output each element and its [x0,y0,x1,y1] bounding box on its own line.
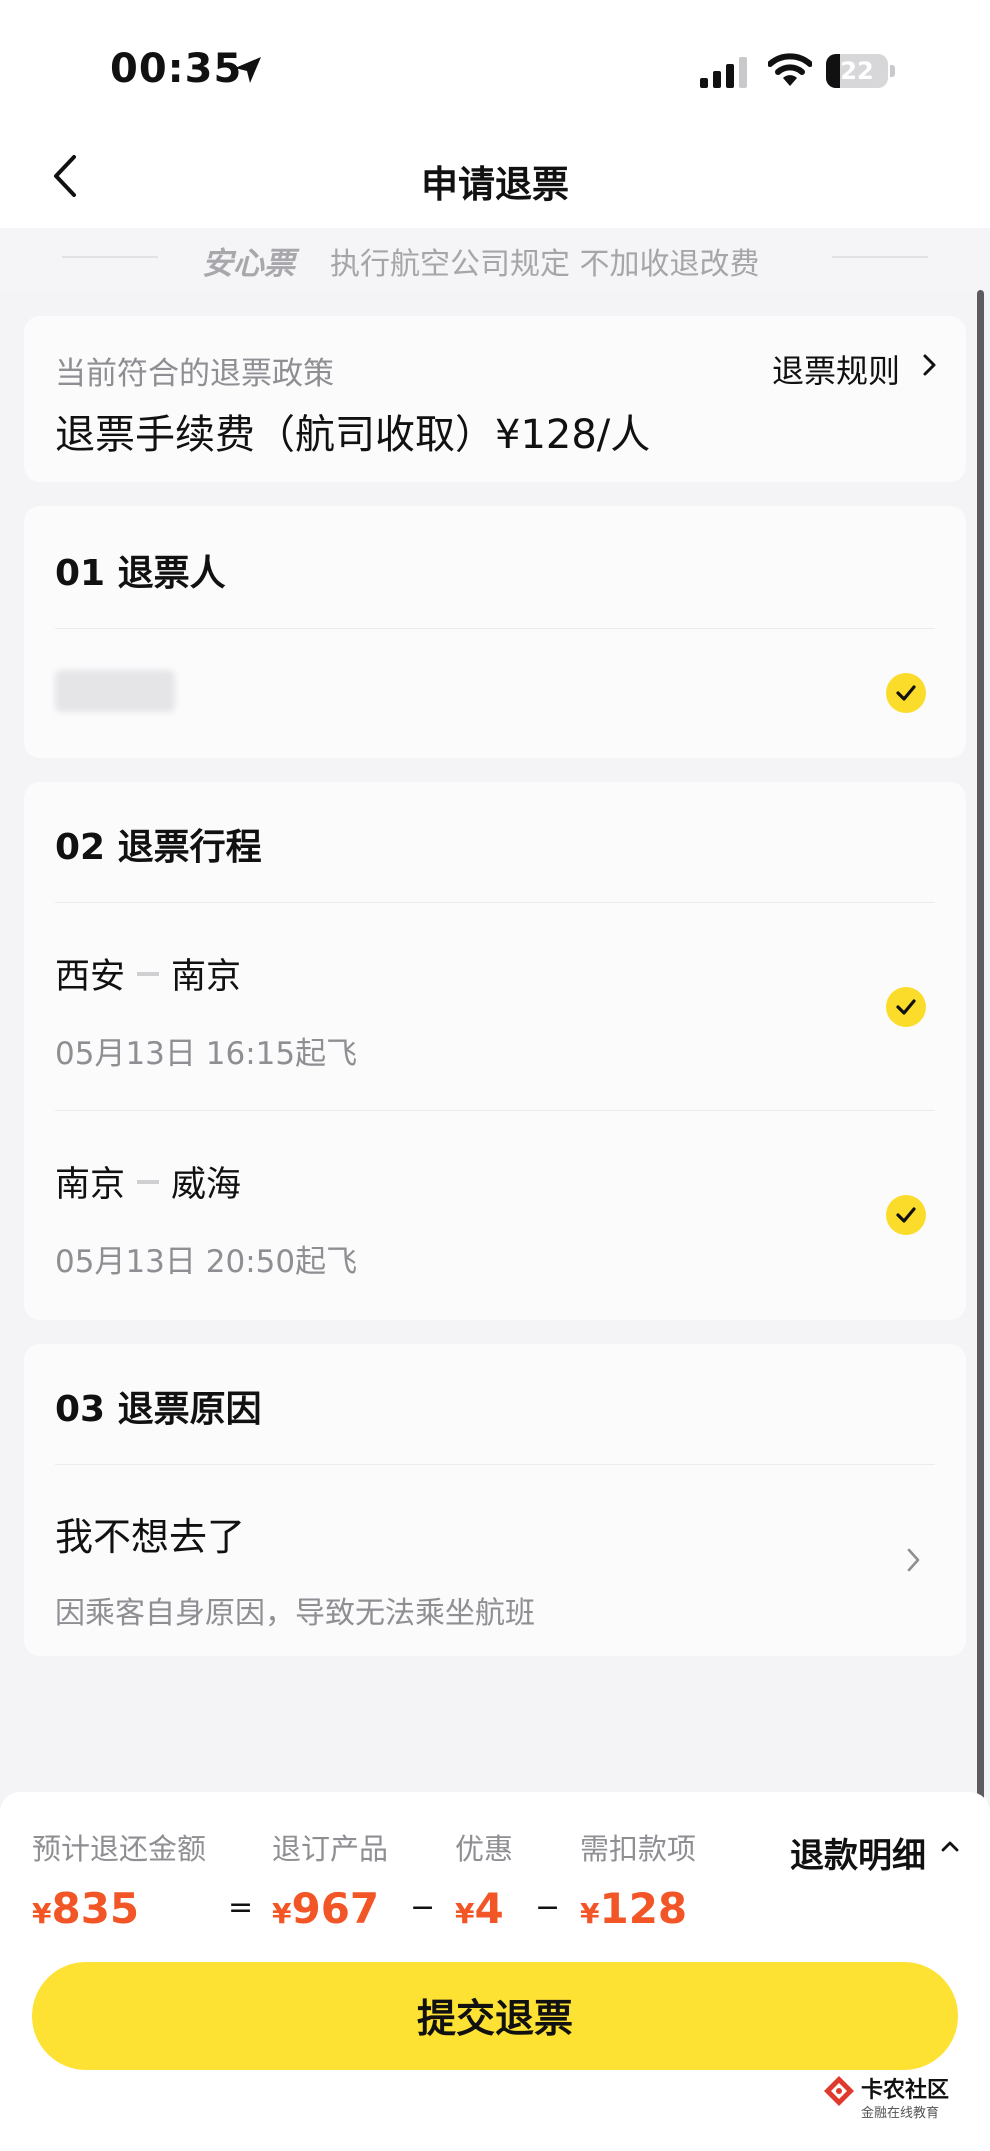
minus-sign: − [535,1890,561,1925]
scrollbar[interactable] [977,290,984,1852]
section-title-itinerary: 02 退票行程 [55,827,262,868]
label-deductions: 需扣款项 [580,1832,697,1866]
amount-estimated-refund: ¥835 [32,1884,139,1933]
refund-detail-toggle[interactable]: 退款明细 [790,1828,926,1877]
currency-symbol: ¥ [455,1897,475,1930]
destination-city: 威海 [171,1165,242,1205]
refund-rules-link[interactable]: 退票规则 [772,346,900,392]
flight-route-2: 南京 威海 [55,1156,241,1207]
watermark-logo-icon [822,2074,856,2112]
label-estimated-refund: 预计退还金额 [32,1832,207,1866]
status-time: 00:35 [110,46,243,92]
policy-label: 当前符合的退票政策 [55,356,334,392]
chevron-right-icon[interactable] [906,1546,922,1578]
label-refund-product: 退订产品 [272,1832,389,1866]
passenger-checkbox[interactable] [886,673,926,713]
flight-time-2: 05月13日 20:50起飞 [55,1244,358,1280]
amount-value: 835 [51,1884,140,1933]
amount-value: 967 [291,1884,380,1933]
equals-sign: = [228,1890,254,1925]
divider-line [62,256,158,258]
divider [55,902,935,903]
origin-city: 西安 [55,957,126,997]
check-icon [896,685,916,701]
divider [55,1464,935,1465]
cellular-signal-icon [700,56,750,92]
section-title-reason: 03 退票原因 [55,1389,262,1430]
flight-2-checkbox[interactable] [886,1195,926,1235]
destination-city: 南京 [171,957,242,997]
watermark-subtitle: 金融在线教育 [861,2106,940,2121]
amount-value: 4 [474,1884,504,1933]
battery-icon: 22 [826,54,896,88]
amount-value: 128 [599,1884,688,1933]
passenger-name-redacted [55,670,175,712]
battery-level-text: 22 [840,57,874,85]
flight-1-checkbox[interactable] [886,987,926,1027]
chevron-right-icon[interactable] [922,352,938,382]
location-arrow-icon [232,54,264,90]
check-icon [896,999,916,1015]
currency-symbol: ¥ [32,1897,52,1930]
currency-symbol: ¥ [272,1897,292,1930]
check-icon [896,1207,916,1223]
minus-sign: − [410,1890,436,1925]
route-arrow-icon [137,1179,160,1184]
divider-line [832,256,928,258]
assurance-tag: 安心票 [202,246,295,282]
refund-fee-text: 退票手续费（航司收取）¥128/人 [55,412,651,458]
currency-symbol: ¥ [580,1897,600,1930]
amount-discount: ¥4 [455,1884,504,1933]
divider [55,628,935,629]
wifi-icon [767,52,813,92]
flight-route-1: 西安 南京 [55,948,241,999]
assurance-text: 执行航空公司规定 不加收退改费 [330,247,760,282]
refund-reason-description: 因乘客自身原因，导致无法乘坐航班 [55,1596,535,1631]
amount-refund-product: ¥967 [272,1884,379,1933]
refund-reason-value[interactable]: 我不想去了 [55,1506,245,1561]
route-arrow-icon [137,971,160,976]
section-title-passenger: 01 退票人 [55,553,226,594]
chevron-up-icon[interactable] [940,1838,960,1857]
origin-city: 南京 [55,1165,126,1205]
divider [55,1110,935,1111]
page-title: 申请退票 [421,163,569,206]
watermark-title: 卡农社区 [861,2078,950,2103]
label-discount: 优惠 [455,1832,514,1866]
submit-refund-button[interactable]: 提交退票 [32,1962,958,2070]
amount-deductions: ¥128 [580,1884,687,1933]
flight-time-1: 05月13日 16:15起飞 [55,1036,358,1072]
